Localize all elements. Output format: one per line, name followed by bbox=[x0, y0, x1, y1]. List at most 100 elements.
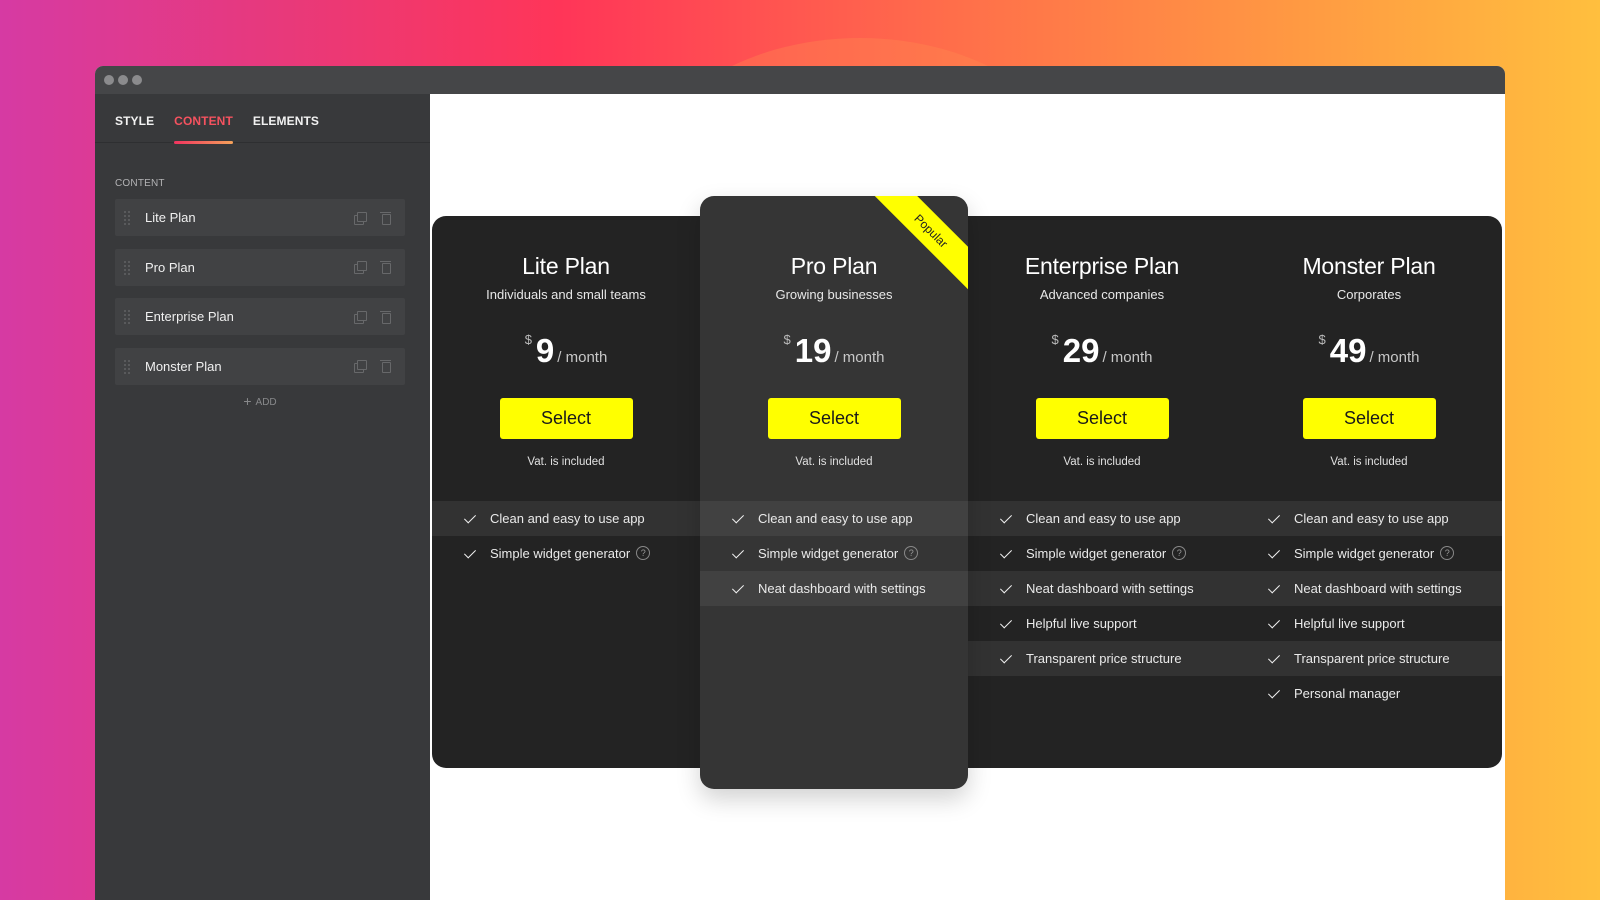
plan-list-item[interactable]: Enterprise Plan bbox=[115, 298, 405, 335]
feature-row: Personal manager bbox=[1236, 676, 1502, 711]
drag-handle-icon[interactable] bbox=[123, 210, 131, 225]
plan-list-item[interactable]: Pro Plan bbox=[115, 248, 405, 286]
vat-note: Vat. is included bbox=[1330, 456, 1408, 468]
plan-list-item-label: Enterprise Plan bbox=[145, 309, 234, 324]
feature-text: Neat dashboard with settings bbox=[1026, 581, 1194, 596]
plan-name: Lite Plan bbox=[522, 253, 610, 279]
currency-symbol: $ bbox=[1051, 332, 1059, 347]
feature-text: Clean and easy to use app bbox=[758, 511, 913, 526]
price-period: / month bbox=[1369, 349, 1420, 366]
check-icon bbox=[1268, 582, 1282, 596]
feature-row: Simple widget generator? bbox=[432, 536, 700, 571]
trash-icon[interactable] bbox=[379, 211, 393, 225]
price-amount: 29 bbox=[1062, 332, 1100, 369]
tab-content[interactable]: CONTENT bbox=[174, 94, 233, 144]
plan-card-pro: Popular Pro Plan Growing businesses $19/… bbox=[700, 196, 968, 789]
price-amount: 19 bbox=[794, 332, 832, 369]
plan-list-item-label: Lite Plan bbox=[145, 210, 196, 225]
feature-text: Simple widget generator bbox=[1294, 546, 1435, 561]
feature-text: Simple widget generator bbox=[490, 546, 631, 561]
tab-elements[interactable]: ELEMENTS bbox=[253, 94, 319, 143]
duplicate-icon[interactable] bbox=[353, 310, 367, 324]
feature-text: Helpful live support bbox=[1294, 616, 1405, 631]
feature-text: Clean and easy to use app bbox=[1294, 511, 1449, 526]
section-label: CONTENT bbox=[115, 178, 165, 189]
drag-handle-icon[interactable] bbox=[123, 309, 131, 324]
preview-canvas: Lite Plan Individuals and small teams $9… bbox=[430, 94, 1505, 900]
check-icon bbox=[1268, 687, 1282, 701]
feature-row: Neat dashboard with settings bbox=[1236, 571, 1502, 606]
select-button[interactable]: Select bbox=[1035, 398, 1169, 439]
window-maximize-dot[interactable] bbox=[132, 75, 142, 85]
drag-handle-icon[interactable] bbox=[123, 358, 131, 374]
price-amount: 49 bbox=[1329, 332, 1367, 369]
duplicate-icon[interactable] bbox=[353, 260, 367, 274]
plan-subtitle: Individuals and small teams bbox=[486, 287, 646, 302]
check-icon bbox=[1000, 512, 1014, 526]
duplicate-icon[interactable] bbox=[353, 211, 367, 225]
sidebar: STYLE CONTENT ELEMENTS CONTENT Lite Plan… bbox=[95, 94, 430, 900]
check-icon bbox=[1000, 582, 1014, 596]
plan-name: Pro Plan bbox=[790, 253, 878, 279]
help-icon[interactable]: ? bbox=[636, 546, 651, 560]
plan-list-item-label: Monster Plan bbox=[145, 358, 222, 374]
check-icon bbox=[1000, 617, 1014, 631]
vat-note: Vat. is included bbox=[1063, 456, 1141, 468]
check-icon bbox=[1268, 512, 1282, 526]
plan-price: $29/ month bbox=[968, 332, 1236, 372]
feature-row: Neat dashboard with settings bbox=[968, 571, 1236, 606]
check-icon bbox=[1268, 547, 1282, 561]
feature-text: Personal manager bbox=[1294, 686, 1401, 701]
trash-icon[interactable] bbox=[379, 359, 393, 373]
help-icon[interactable]: ? bbox=[1440, 546, 1455, 560]
select-button[interactable]: Select bbox=[767, 398, 901, 439]
feature-row: Clean and easy to use app bbox=[968, 501, 1236, 536]
help-icon[interactable]: ? bbox=[904, 546, 919, 560]
price-period: / month bbox=[834, 349, 885, 366]
price-period: / month bbox=[1102, 349, 1153, 366]
plan-list-item[interactable]: Monster Plan bbox=[115, 347, 405, 385]
trash-icon[interactable] bbox=[379, 260, 393, 274]
help-icon[interactable]: ? bbox=[1172, 546, 1187, 560]
feature-row: Clean and easy to use app bbox=[432, 501, 700, 536]
check-icon bbox=[732, 547, 746, 561]
feature-list: Clean and easy to use app Simple widget … bbox=[1236, 501, 1502, 711]
price-amount: 9 bbox=[535, 332, 555, 369]
check-icon bbox=[1268, 652, 1282, 666]
plan-subtitle: Corporates bbox=[1336, 287, 1402, 302]
feature-row: Neat dashboard with settings bbox=[700, 571, 968, 606]
plan-list-item[interactable]: Lite Plan bbox=[115, 199, 405, 236]
feature-row: Clean and easy to use app bbox=[700, 501, 968, 536]
window-minimize-dot[interactable] bbox=[118, 75, 128, 85]
select-button[interactable]: Select bbox=[1302, 398, 1436, 439]
feature-text: Neat dashboard with settings bbox=[1294, 581, 1462, 596]
plan-card-lite: Lite Plan Individuals and small teams $9… bbox=[432, 216, 700, 768]
select-button[interactable]: Select bbox=[499, 398, 633, 439]
check-icon bbox=[732, 582, 746, 596]
check-icon bbox=[464, 547, 478, 561]
plan-price: $9/ month bbox=[432, 332, 700, 372]
feature-list: Clean and easy to use app Simple widget … bbox=[968, 501, 1236, 676]
check-icon bbox=[464, 512, 478, 526]
currency-symbol: $ bbox=[1318, 332, 1326, 347]
plan-subtitle: Growing businesses bbox=[775, 287, 893, 302]
plan-card-monster: Monster Plan Corporates $49/ month Selec… bbox=[1236, 216, 1502, 768]
feature-text: Neat dashboard with settings bbox=[758, 581, 926, 596]
feature-row: Helpful live support bbox=[1236, 606, 1502, 641]
window-close-dot[interactable] bbox=[104, 75, 114, 85]
feature-row: Transparent price structure bbox=[968, 641, 1236, 676]
feature-text: Clean and easy to use app bbox=[1026, 511, 1181, 526]
duplicate-icon[interactable] bbox=[353, 359, 367, 373]
drag-handle-icon[interactable] bbox=[123, 259, 131, 275]
vat-note: Vat. is included bbox=[795, 456, 873, 468]
sidebar-tabs: STYLE CONTENT ELEMENTS bbox=[95, 94, 430, 144]
plan-list: Lite Plan Pro Plan Enterprise Plan Monst… bbox=[115, 199, 405, 409]
trash-icon[interactable] bbox=[379, 310, 393, 324]
tab-style[interactable]: STYLE bbox=[115, 94, 154, 143]
add-item-button[interactable]: + ADD bbox=[115, 393, 405, 409]
plus-icon: + bbox=[243, 393, 252, 409]
feature-row: Simple widget generator? bbox=[1236, 536, 1502, 571]
check-icon bbox=[732, 512, 746, 526]
plan-card-enterprise: Enterprise Plan Advanced companies $29/ … bbox=[968, 216, 1236, 768]
check-icon bbox=[1268, 617, 1282, 631]
